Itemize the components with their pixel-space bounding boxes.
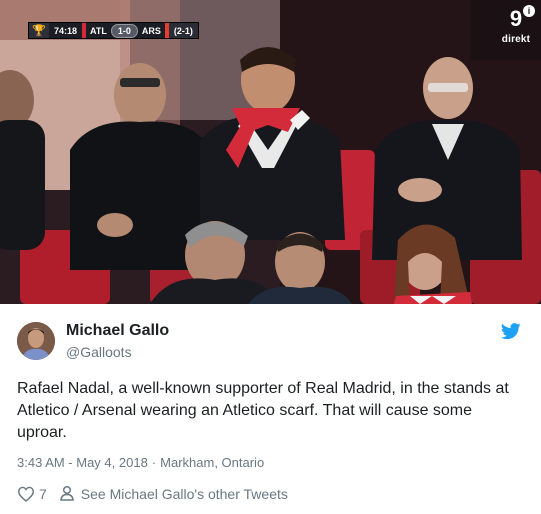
away-team: ARS <box>141 25 161 36</box>
tweet-text: Rafael Nadal, a well-known supporter of … <box>17 380 509 441</box>
tweet-timestamp[interactable]: 3:43 AM - May 4, 2018 <box>17 455 148 470</box>
author-handle[interactable]: @Galloots <box>66 344 132 360</box>
channel-label: direkt <box>501 34 531 45</box>
author-name[interactable]: Michael Gallo <box>66 322 169 340</box>
other-tweets-label[interactable]: See Michael Gallo's other Tweets <box>81 486 288 502</box>
meta-separator: · <box>151 455 157 470</box>
channel-logo: 9 i direkt <box>501 5 535 45</box>
like-button[interactable]: 7 <box>17 486 59 502</box>
tweet-card: Michael Gallo @Galloots Rafael Nadal, a … <box>0 304 541 514</box>
aggregate-score: (2-1) <box>168 23 198 38</box>
match-clock: 74:18 <box>54 25 78 36</box>
trophy-icon: 🏆 <box>29 23 49 38</box>
info-icon[interactable]: i <box>523 5 535 17</box>
home-team: ATL <box>90 25 107 36</box>
other-tweets-link[interactable]: See Michael Gallo's other Tweets <box>59 485 288 504</box>
match-score: 1-0 <box>110 23 138 38</box>
crowd-image <box>0 0 541 304</box>
twitter-bird-icon[interactable] <box>501 323 521 340</box>
like-count: 7 <box>39 486 47 502</box>
embedded-video-still[interactable]: 🏆 74:18 ATL 1-0 ARS (2-1) 9 i direkt <box>0 0 541 304</box>
heart-icon <box>17 486 35 502</box>
person-icon <box>59 485 81 504</box>
avatar-image <box>17 322 55 360</box>
avatar[interactable] <box>17 322 55 360</box>
scorebug: 🏆 74:18 ATL 1-0 ARS (2-1) <box>28 22 199 39</box>
tweet-meta: 3:43 AM - May 4, 2018 · Markham, Ontario <box>17 455 264 470</box>
tweet-location[interactable]: Markham, Ontario <box>160 455 264 470</box>
tweet-actions: 7 See Michael Gallo's other Tweets <box>17 484 288 504</box>
